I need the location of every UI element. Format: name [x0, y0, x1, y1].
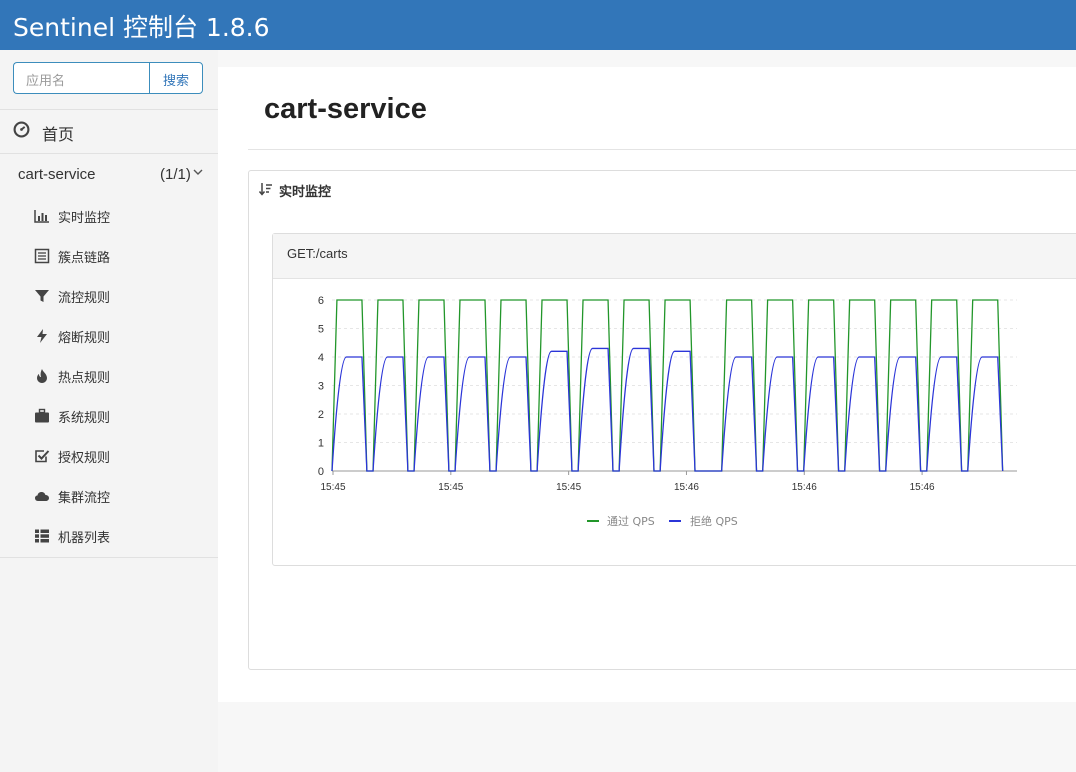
fire-icon [37, 369, 47, 383]
y-tick-label: 4 [318, 352, 324, 364]
page-title: cart-service [264, 93, 427, 125]
app-brand[interactable]: Sentinel 控制台 1.8.6 [13, 8, 270, 44]
app-search-input[interactable]: 应用名 [13, 62, 150, 94]
sidebar-item-label: 授权规则 [58, 451, 111, 466]
legend-label-pass: 通过 QPS [607, 515, 655, 528]
x-tick-label: 15:45 [320, 482, 345, 493]
bolt-icon [37, 329, 47, 343]
sidebar-item-label: 机器列表 [58, 531, 111, 546]
dashboard-icon [13, 121, 30, 138]
briefcase-icon [35, 408, 49, 423]
block-qps-line [331, 347, 1004, 472]
qps-line-chart: 0 1 2 3 4 5 6 15:45 15:45 15:45 15:46 15:46 15:46 通过 … [318, 295, 1017, 528]
sidebar-item-param-rules[interactable]: 热点规则 [0, 357, 218, 397]
sidebar-item-machine-list[interactable]: 机器列表 [0, 517, 218, 557]
sidebar-item-label: 流控规则 [58, 291, 111, 306]
sidebar-item-label: 实时监控 [58, 211, 111, 226]
x-tick-label: 15:46 [674, 482, 699, 493]
sort-icon [259, 183, 272, 196]
sidebar-item-label: 集群流控 [58, 491, 111, 506]
x-tick-label: 15:45 [556, 482, 581, 493]
sidebar-item-cluster-link[interactable]: 簇点链路 [0, 237, 218, 277]
x-tick-label: 15:45 [438, 482, 463, 493]
chevron-down-icon [193, 169, 203, 175]
y-tick-label: 3 [318, 381, 324, 393]
cloud-icon [35, 492, 49, 501]
sidebar-item-cluster-flow[interactable]: 集群流控 [0, 477, 218, 517]
sidebar-item-label: 热点规则 [58, 371, 111, 386]
y-tick-label: 2 [318, 409, 324, 421]
sidebar-item-system-rules[interactable]: 系统规则 [0, 397, 218, 437]
sidebar-item-home[interactable]: 首页 [0, 112, 218, 152]
check-square-icon [35, 450, 50, 463]
y-tick-label: 6 [318, 295, 324, 307]
legend-label-block: 拒绝 QPS [690, 514, 738, 528]
search-button[interactable]: 搜索 [149, 62, 203, 94]
sidebar-item-label: 系统规则 [58, 411, 111, 426]
list-icon [34, 248, 50, 264]
sidebar-item-realtime-monitor[interactable]: 实时监控 [0, 197, 218, 237]
sidebar-divider [0, 557, 218, 558]
qps-chart: 0 1 2 3 4 5 6 15:45 15:45 15:45 15:46 15:46 15:46 通过 … [272, 280, 1032, 540]
x-tick-label: 15:46 [910, 482, 935, 493]
resource-name: GET:/carts [287, 246, 348, 261]
y-tick-label: 5 [318, 324, 324, 336]
sidebar-app-cart-service[interactable]: cart-service (1/1) [0, 154, 218, 194]
y-tick-label: 1 [318, 438, 324, 450]
top-bar: Sentinel 控制台 1.8.6 [0, 0, 1076, 50]
sidebar-divider [0, 109, 218, 110]
sidebar-item-label: 簇点链路 [58, 251, 111, 266]
sidebar-item-authority-rules[interactable]: 授权规则 [0, 437, 218, 477]
app-name: cart-service [18, 166, 96, 183]
resource-card-header: GET:/carts [273, 234, 1076, 279]
panel-title: 实时监控 [279, 185, 332, 200]
bar-chart-icon [34, 210, 49, 223]
sidebar-item-flow-rules[interactable]: 流控规则 [0, 277, 218, 317]
filter-icon [35, 290, 49, 302]
sidebar: 应用名 搜索 首页 cart-service (1/1) 实时监控 簇点链路 流… [0, 50, 218, 772]
x-tick-label: 15:46 [792, 482, 817, 493]
app-search: 应用名 搜索 [13, 62, 203, 94]
sidebar-item-label: 熔断规则 [58, 331, 111, 346]
th-list-icon [35, 529, 49, 543]
sidebar-item-degrade-rules[interactable]: 熔断规则 [0, 317, 218, 357]
sidebar-item-label: 首页 [42, 125, 75, 144]
title-divider [248, 149, 1076, 150]
app-machine-count: (1/1) [160, 166, 191, 183]
y-tick-label: 0 [318, 466, 324, 478]
